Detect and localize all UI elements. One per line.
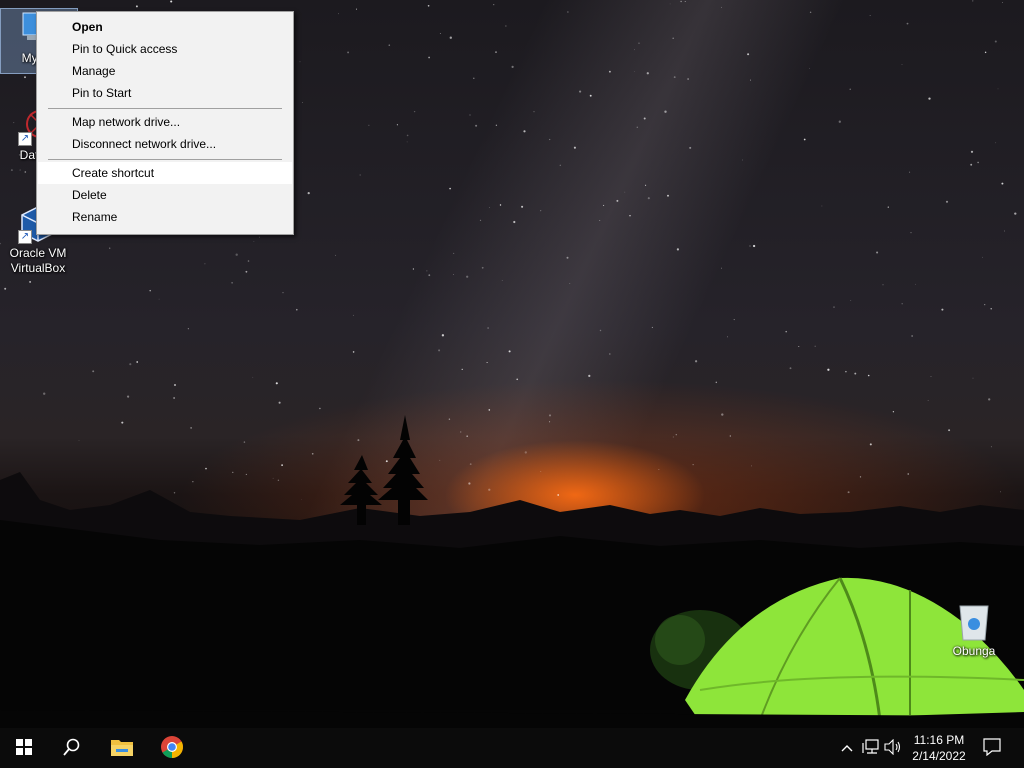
menu-item-manage[interactable]: Manage: [38, 60, 292, 82]
desktop-wallpaper: My Co ↗ DataW ↗ Oracle VM VirtualBox Obu…: [0, 0, 1024, 728]
action-center-button[interactable]: [978, 728, 1006, 768]
menu-separator: [48, 159, 282, 160]
menu-item-pin-quick-access[interactable]: Pin to Quick access: [38, 38, 292, 60]
desktop-icon-label: Obunga: [952, 644, 996, 658]
shortcut-arrow-icon: ↗: [18, 230, 32, 244]
volume-tray-button[interactable]: [882, 728, 904, 768]
shortcut-arrow-icon: ↗: [18, 132, 32, 146]
chevron-up-icon: [841, 741, 853, 755]
menu-item-pin-to-start[interactable]: Pin to Start: [38, 82, 292, 104]
clock-time: 11:16 PM: [913, 733, 965, 747]
chrome-button[interactable]: [148, 728, 196, 768]
action-center-icon: [983, 737, 1001, 759]
show-hidden-icons-button[interactable]: [836, 728, 858, 768]
menu-item-delete[interactable]: Delete: [38, 184, 292, 206]
chrome-icon: [160, 735, 184, 762]
taskbar: 11:16 PM 2/14/2022: [0, 728, 1024, 768]
menu-item-create-shortcut[interactable]: Create shortcut: [38, 162, 292, 184]
recycle-bin-icon: [954, 602, 994, 642]
file-explorer-button[interactable]: [98, 728, 146, 768]
context-menu: Open Pin to Quick access Manage Pin to S…: [36, 11, 294, 235]
desktop-icon-label: Oracle VM VirtualBox: [9, 246, 67, 275]
menu-separator: [48, 108, 282, 109]
clock[interactable]: 11:16 PM 2/14/2022: [904, 732, 974, 764]
search-icon: [63, 738, 81, 759]
menu-item-open[interactable]: Open: [38, 16, 292, 38]
desktop-icon-recycle-bin[interactable]: Obunga: [936, 602, 1012, 659]
network-icon: [862, 738, 880, 758]
clock-date: 2/14/2022: [912, 749, 966, 763]
file-explorer-icon: [110, 737, 134, 760]
volume-icon: [884, 738, 902, 758]
start-button[interactable]: [0, 728, 48, 768]
menu-item-rename[interactable]: Rename: [38, 206, 292, 228]
start-icon: [16, 738, 32, 758]
network-tray-button[interactable]: [860, 728, 882, 768]
menu-item-disconnect-network-drive[interactable]: Disconnect network drive...: [38, 133, 292, 155]
search-button[interactable]: [48, 728, 96, 768]
menu-item-map-network-drive[interactable]: Map network drive...: [38, 111, 292, 133]
